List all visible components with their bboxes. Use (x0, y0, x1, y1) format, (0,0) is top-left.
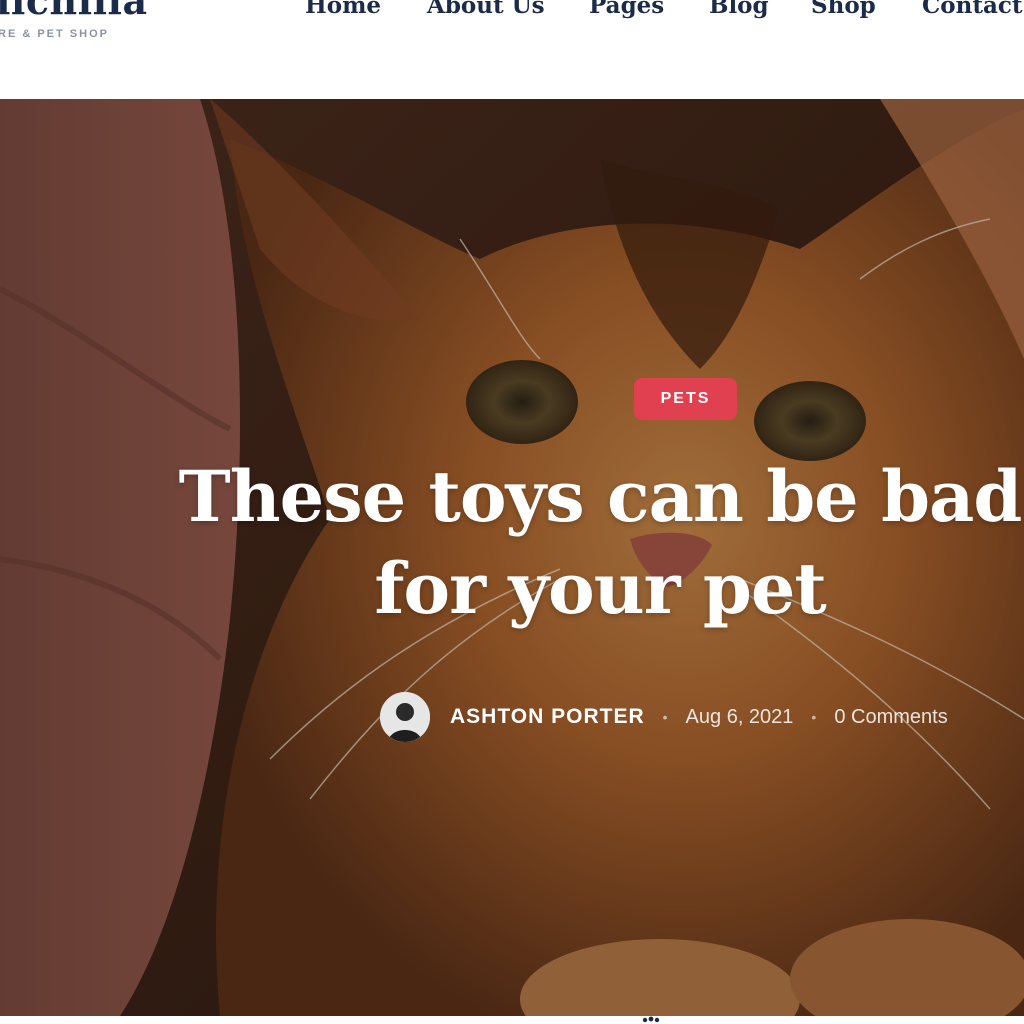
author-avatar[interactable] (380, 692, 430, 742)
comments-link[interactable]: 0 Comments (834, 706, 947, 729)
post-title-line-1: These toys can be bad (178, 455, 1023, 538)
post-title-line-2: for your pet (374, 547, 826, 630)
avatar-icon (380, 692, 430, 742)
nav-contact[interactable]: Contact (922, 0, 1023, 19)
main-nav: Home About Us Pages Blog Shop Contact (0, 0, 1024, 32)
page: lichilia RE & PET SHOP Home About Us Pag… (0, 0, 1024, 1024)
meta-separator: • (811, 709, 817, 725)
post-title: These toys can be bad for your pet (100, 451, 1024, 635)
post-meta: ASHTON PORTER • Aug 6, 2021 • 0 Comments (380, 692, 948, 742)
paw-icon (642, 1016, 660, 1023)
post-date[interactable]: Aug 6, 2021 (686, 706, 794, 729)
category-badge[interactable]: PETS (634, 378, 737, 420)
nav-pages[interactable]: Pages (589, 0, 664, 19)
nav-shop[interactable]: Shop (811, 0, 876, 19)
author-name[interactable]: ASHTON PORTER (450, 705, 645, 729)
post-hero: PETS These toys can be bad for your pet … (0, 99, 1024, 1016)
nav-home[interactable]: Home (305, 0, 381, 19)
site-header: lichilia RE & PET SHOP Home About Us Pag… (0, 0, 1024, 99)
content-start (0, 1016, 1024, 1024)
nav-about-us[interactable]: About Us (427, 0, 545, 19)
nav-blog[interactable]: Blog (709, 0, 769, 19)
meta-separator: • (662, 709, 668, 725)
